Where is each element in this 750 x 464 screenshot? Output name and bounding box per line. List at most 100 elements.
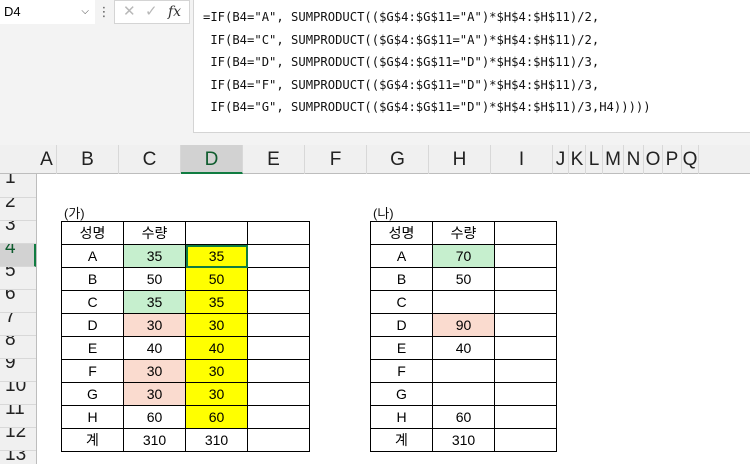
column-header-o[interactable]: O — [644, 145, 663, 174]
column-header-j[interactable]: J — [553, 145, 569, 174]
column-header-d[interactable]: D — [181, 145, 243, 174]
total-qty-cell[interactable]: 310 — [432, 428, 495, 452]
qty-cell[interactable]: 30 — [123, 313, 186, 337]
empty-cell[interactable] — [247, 359, 310, 383]
result-cell[interactable]: 30 — [185, 313, 248, 337]
name-cell[interactable]: E — [61, 336, 124, 360]
empty-cell[interactable] — [247, 290, 310, 314]
empty-cell[interactable] — [247, 336, 310, 360]
qty-cell[interactable]: 30 — [123, 359, 186, 383]
column-header-m[interactable]: M — [603, 145, 624, 174]
empty-cell[interactable] — [247, 244, 310, 268]
total-qty-cell[interactable]: 310 — [123, 428, 186, 452]
qty-cell[interactable] — [432, 359, 495, 383]
empty-cell[interactable] — [247, 267, 310, 291]
formula-input[interactable]: =IF(B4="A", SUMPRODUCT(($G$4:$G$11="A")*… — [193, 0, 750, 133]
row-header-9[interactable]: 9 — [0, 359, 36, 382]
column-header-g[interactable]: G — [367, 145, 429, 174]
row-header-1[interactable]: 1 — [0, 174, 36, 198]
column-header-f[interactable]: F — [305, 145, 367, 174]
insert-function-icon[interactable]: fx — [168, 1, 181, 23]
name-cell[interactable]: D — [370, 313, 433, 337]
name-cell[interactable]: C — [61, 290, 124, 314]
name-cell[interactable]: A — [61, 244, 124, 268]
column-header-h[interactable]: H — [429, 145, 491, 174]
empty-cell[interactable] — [494, 382, 557, 406]
empty-cell[interactable] — [247, 313, 310, 337]
total-label-cell[interactable]: 계 — [370, 428, 433, 452]
row-header-13[interactable]: 13 — [0, 451, 36, 464]
result-cell[interactable]: 35 — [185, 290, 248, 314]
qty-cell[interactable] — [432, 290, 495, 314]
qty-cell[interactable]: 60 — [123, 405, 186, 429]
sheet-grid[interactable]: (가) 성명 수량 A 35 35 B 50 50 C 35 35 D 30 30 E 40 40 F 30 30 G 3… — [37, 174, 750, 464]
result-cell[interactable]: 40 — [185, 336, 248, 360]
column-header-n[interactable]: N — [624, 145, 644, 174]
total-label-cell[interactable]: 계 — [61, 428, 124, 452]
column-header-q[interactable]: Q — [682, 145, 699, 174]
empty-cell[interactable] — [494, 290, 557, 314]
qty-cell[interactable]: 40 — [432, 336, 495, 360]
qty-cell[interactable]: 35 — [123, 290, 186, 314]
empty-cell[interactable] — [247, 382, 310, 406]
enter-icon[interactable]: ✓ — [145, 1, 158, 23]
name-cell[interactable]: F — [370, 359, 433, 383]
total-result-cell[interactable]: 310 — [185, 428, 248, 452]
column-header-i[interactable]: I — [491, 145, 553, 174]
empty-cell[interactable] — [494, 244, 557, 268]
header-cell[interactable]: 수량 — [432, 221, 495, 245]
result-cell[interactable]: 60 — [185, 405, 248, 429]
column-header-a[interactable]: A — [37, 145, 57, 174]
empty-cell[interactable] — [494, 336, 557, 360]
chevron-down-icon[interactable]: ⌵ — [81, 0, 89, 24]
name-cell[interactable]: H — [61, 405, 124, 429]
column-header-c[interactable]: C — [119, 145, 181, 174]
empty-cell[interactable] — [494, 359, 557, 383]
row-header-5[interactable]: 5 — [0, 267, 36, 290]
column-header-b[interactable]: B — [57, 145, 119, 174]
empty-cell[interactable] — [494, 221, 557, 245]
name-box[interactable]: D4 ⌵ — [0, 0, 95, 24]
empty-cell[interactable] — [247, 221, 310, 245]
name-cell[interactable]: H — [370, 405, 433, 429]
qty-cell[interactable]: 40 — [123, 336, 186, 360]
name-cell[interactable]: B — [370, 267, 433, 291]
empty-cell[interactable] — [494, 313, 557, 337]
header-cell[interactable]: 성명 — [61, 221, 124, 245]
name-cell[interactable]: E — [370, 336, 433, 360]
empty-cell[interactable] — [494, 267, 557, 291]
header-cell[interactable] — [185, 221, 248, 245]
row-header-7[interactable]: 7 — [0, 313, 36, 336]
column-header-e[interactable]: E — [243, 145, 305, 174]
result-cell[interactable]: 30 — [185, 359, 248, 383]
header-cell[interactable]: 수량 — [123, 221, 186, 245]
column-header-l[interactable]: L — [586, 145, 603, 174]
empty-cell[interactable] — [247, 428, 310, 452]
qty-cell[interactable]: 60 — [432, 405, 495, 429]
row-header-6[interactable]: 6 — [0, 290, 36, 313]
row-header-12[interactable]: 12 — [0, 428, 36, 451]
column-header-p[interactable]: P — [663, 145, 682, 174]
name-cell[interactable]: C — [370, 290, 433, 314]
qty-cell[interactable]: 90 — [432, 313, 495, 337]
empty-cell[interactable] — [494, 428, 557, 452]
qty-cell[interactable]: 35 — [123, 244, 186, 268]
qty-cell[interactable]: 50 — [432, 267, 495, 291]
result-cell[interactable]: 30 — [185, 382, 248, 406]
result-cell[interactable]: 35 — [185, 244, 248, 268]
qty-cell[interactable]: 30 — [123, 382, 186, 406]
row-header-3[interactable]: 3 — [0, 221, 36, 244]
qty-cell[interactable] — [432, 382, 495, 406]
name-cell[interactable]: G — [370, 382, 433, 406]
more-options-icon[interactable]: ⋮ — [97, 0, 111, 24]
column-header-k[interactable]: K — [569, 145, 586, 174]
row-header-4[interactable]: 4 — [0, 244, 36, 267]
row-header-11[interactable]: 11 — [0, 405, 36, 428]
row-header-8[interactable]: 8 — [0, 336, 36, 359]
cancel-icon[interactable]: ✕ — [123, 1, 136, 23]
result-cell[interactable]: 50 — [185, 267, 248, 291]
row-header-10[interactable]: 10 — [0, 382, 36, 405]
qty-cell[interactable]: 50 — [123, 267, 186, 291]
name-cell[interactable]: A — [370, 244, 433, 268]
header-cell[interactable]: 성명 — [370, 221, 433, 245]
